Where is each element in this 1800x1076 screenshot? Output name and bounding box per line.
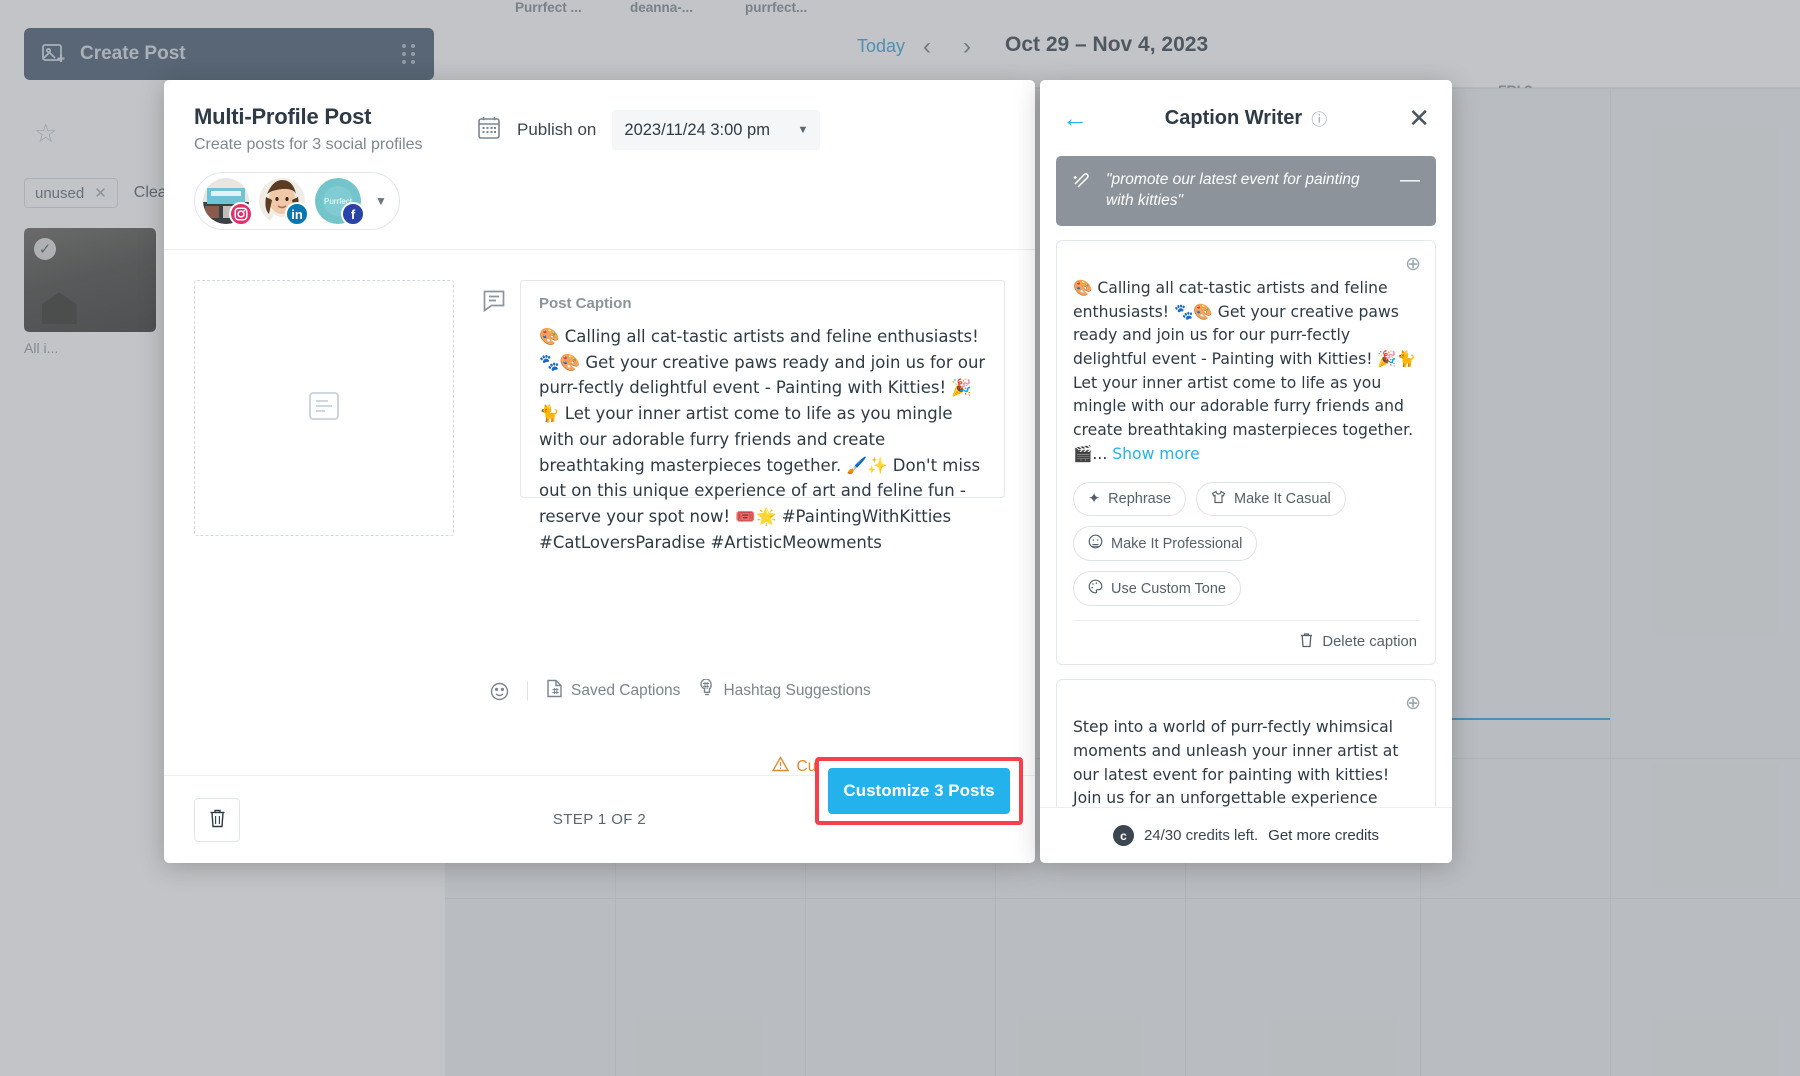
caption-card-body: 🎨 Calling all cat-tastic artists and fel… bbox=[1073, 278, 1417, 463]
get-more-credits-link[interactable]: Get more credits bbox=[1268, 827, 1379, 844]
avatar-facebook[interactable]: Purrfect f bbox=[315, 178, 365, 226]
prompt-bar[interactable]: "promote our latest event for painting w… bbox=[1056, 156, 1436, 226]
delete-caption-label: Delete caption bbox=[1322, 634, 1417, 651]
post-caption-text[interactable]: 🎨 Calling all cat-tastic artists and fel… bbox=[539, 324, 986, 556]
modal-footer: STEP 1 OF 2 Customize 3 Posts bbox=[164, 757, 1035, 863]
customize-posts-button[interactable]: Customize 3 Posts bbox=[828, 768, 1010, 814]
caption-writer-header: ← Caption Writer ⓘ ✕ bbox=[1040, 80, 1452, 156]
caption-writer-panel: ← Caption Writer ⓘ ✕ "promote our latest… bbox=[1040, 80, 1452, 863]
rephrase-label: Rephrase bbox=[1108, 491, 1172, 508]
facebook-icon: f bbox=[341, 202, 365, 226]
chevron-down-icon[interactable]: ▼ bbox=[798, 124, 809, 136]
hashtag-suggestions-label: Hashtag Suggestions bbox=[723, 682, 871, 699]
warning-triangle-icon bbox=[771, 756, 789, 777]
hashtag-suggestions-button[interactable]: Hashtag Suggestions bbox=[698, 678, 871, 703]
use-custom-tone-button[interactable]: Use Custom Tone bbox=[1073, 571, 1241, 607]
caption-writer-title: Caption Writer ⓘ bbox=[1040, 106, 1452, 130]
minus-icon[interactable]: — bbox=[1400, 170, 1420, 190]
calendar-icon bbox=[477, 115, 501, 145]
caption-card-body: Step into a world of purr-fectly whimsic… bbox=[1073, 718, 1399, 807]
caption-writer-title-text: Caption Writer bbox=[1164, 106, 1303, 129]
trash-icon bbox=[1299, 632, 1314, 652]
caption-card-text[interactable]: Step into a world of purr-fectly whimsic… bbox=[1073, 716, 1419, 807]
publish-on-label: Publish on bbox=[517, 120, 597, 139]
caption-card-text[interactable]: 🎨 Calling all cat-tastic artists and fel… bbox=[1073, 277, 1419, 467]
rephrase-button[interactable]: ✦ Rephrase bbox=[1073, 482, 1187, 517]
saved-captions-button[interactable]: Saved Captions bbox=[546, 679, 680, 703]
credits-bar: c 24/30 credits left. Get more credits bbox=[1040, 807, 1452, 863]
saved-captions-icon bbox=[546, 679, 564, 703]
suit-icon bbox=[1088, 534, 1103, 553]
make-it-professional-button[interactable]: Make It Professional bbox=[1073, 526, 1258, 562]
publish-date-value: 2023/11/24 3:00 pm bbox=[624, 120, 770, 139]
avatar-linkedin[interactable]: in bbox=[259, 178, 309, 226]
multi-profile-post-modal: Multi-Profile Post Create posts for 3 so… bbox=[164, 80, 1035, 863]
sparkle-icon: ✦ bbox=[1088, 491, 1101, 508]
plus-circle-icon[interactable]: ⊕ bbox=[1405, 692, 1421, 715]
caption-writer-content[interactable]: "promote our latest event for painting w… bbox=[1040, 156, 1452, 807]
tshirt-icon bbox=[1211, 490, 1226, 508]
publish-control: Publish on 2023/11/24 3:00 pm ▼ bbox=[477, 110, 821, 150]
media-placeholder-icon bbox=[307, 389, 341, 428]
make-it-professional-label: Make It Professional bbox=[1111, 535, 1243, 552]
modal-header: Multi-Profile Post Create posts for 3 so… bbox=[164, 80, 1035, 250]
post-caption-label: Post Caption bbox=[539, 295, 632, 312]
magic-wand-icon bbox=[1072, 170, 1093, 200]
post-caption-field[interactable]: Post Caption 🎨 Calling all cat-tastic ar… bbox=[520, 280, 1005, 552]
publish-date-input[interactable]: 2023/11/24 3:00 pm ▼ bbox=[612, 110, 821, 150]
delete-caption-button[interactable]: Delete caption bbox=[1073, 621, 1419, 652]
use-custom-tone-label: Use Custom Tone bbox=[1111, 580, 1226, 597]
prompt-text: "promote our latest event for painting w… bbox=[1106, 171, 1360, 209]
emoji-icon[interactable] bbox=[490, 682, 509, 701]
saved-captions-label: Saved Captions bbox=[571, 682, 681, 699]
credits-text: 24/30 credits left. bbox=[1143, 827, 1259, 844]
linkedin-icon: in bbox=[285, 202, 309, 226]
profile-selector[interactable]: in Purrfect f ▼ bbox=[194, 172, 400, 230]
plus-circle-icon[interactable]: ⊕ bbox=[1405, 253, 1421, 276]
credit-coin-icon: c bbox=[1112, 825, 1134, 846]
caption-actions: ✦ Rephrase Make It Casual Make It Profes… bbox=[1073, 482, 1419, 607]
caption-card: ⊕ 🎨 Calling all cat-tastic artists and f… bbox=[1056, 239, 1436, 666]
avatar-instagram[interactable] bbox=[203, 178, 253, 226]
chevron-down-icon[interactable]: ▼ bbox=[375, 194, 387, 208]
caption-toolbar: Saved Captions Hashtag Suggestions bbox=[486, 678, 871, 703]
show-more-link[interactable]: Show more bbox=[1112, 445, 1199, 463]
make-it-casual-label: Make It Casual bbox=[1234, 491, 1331, 508]
caption-card: ⊕ Step into a world of purr-fectly whims… bbox=[1056, 679, 1436, 807]
toolbar-divider bbox=[527, 681, 528, 701]
make-it-casual-button[interactable]: Make It Casual bbox=[1196, 482, 1346, 517]
info-icon[interactable]: ⓘ bbox=[1311, 106, 1327, 130]
palette-icon bbox=[1088, 579, 1103, 598]
cta-highlight-box: Customize 3 Posts bbox=[815, 757, 1023, 825]
media-dropzone[interactable] bbox=[194, 280, 454, 536]
hashtag-icon bbox=[698, 678, 716, 703]
instagram-icon bbox=[229, 202, 253, 226]
